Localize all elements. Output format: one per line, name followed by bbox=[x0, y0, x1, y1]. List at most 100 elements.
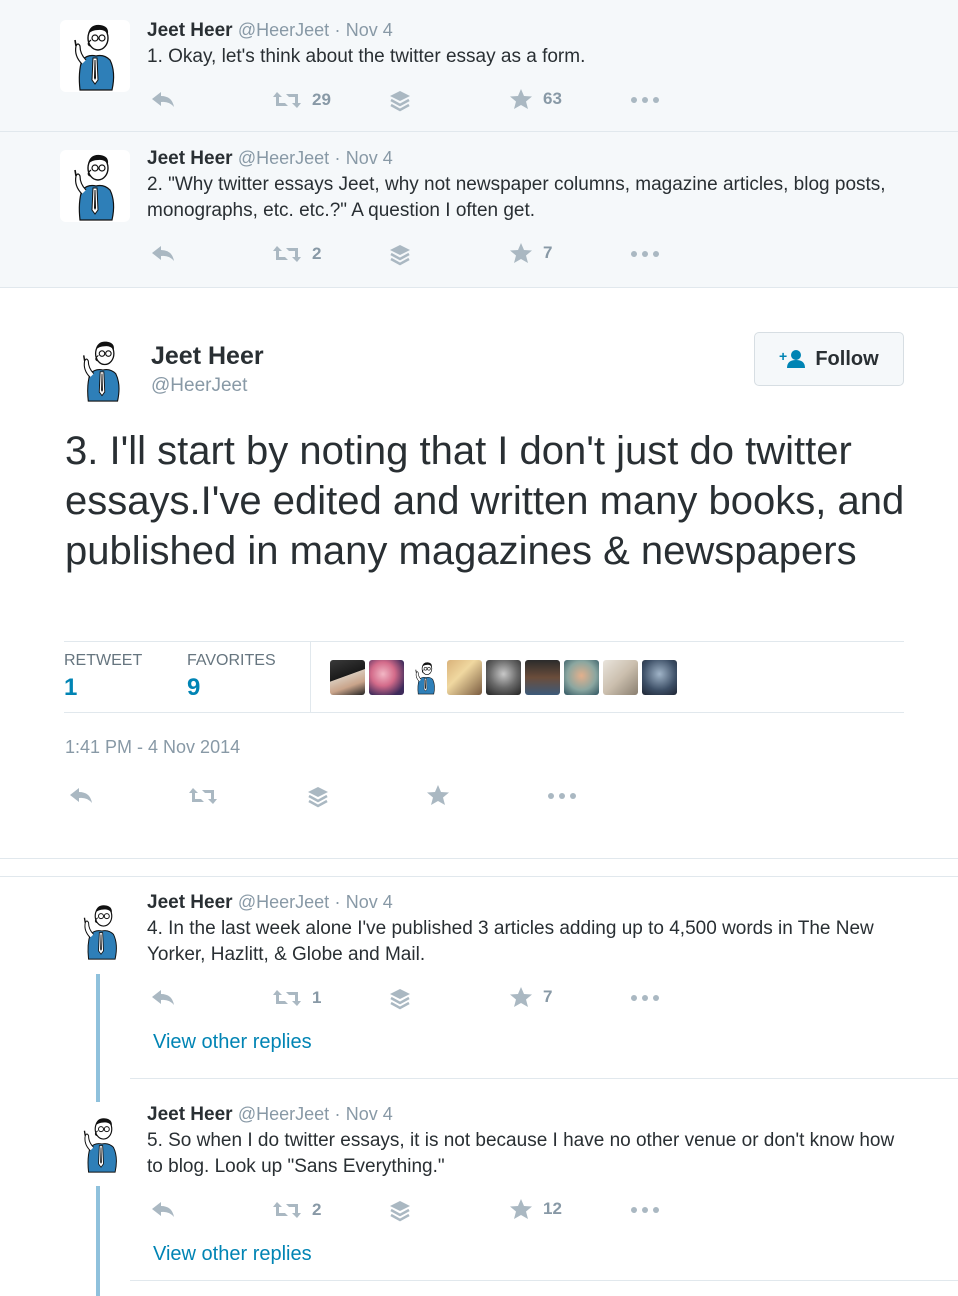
view-other-replies-link[interactable]: View other replies bbox=[153, 1243, 312, 1266]
retweet-action[interactable] bbox=[188, 786, 218, 806]
favorites-stat-count: 9 bbox=[187, 674, 201, 701]
follow-button[interactable]: + Follow bbox=[754, 332, 904, 386]
reply-icon bbox=[152, 92, 174, 107]
more-action[interactable] bbox=[630, 250, 660, 258]
buffer-action[interactable] bbox=[306, 786, 330, 808]
retweet-action[interactable]: 2 bbox=[272, 244, 321, 264]
buffer-icon bbox=[390, 245, 410, 266]
reply-icon bbox=[70, 788, 92, 803]
more-action[interactable] bbox=[630, 1206, 660, 1214]
retweet-action[interactable]: 1 bbox=[272, 988, 321, 1008]
author-name[interactable]: Jeet Heer bbox=[147, 1104, 233, 1125]
avatar[interactable] bbox=[72, 1106, 130, 1182]
favoriter-avatar[interactable] bbox=[525, 660, 560, 695]
reply-action[interactable] bbox=[150, 244, 176, 264]
favoriter-avatar[interactable] bbox=[330, 660, 365, 695]
favorites-stat-label: FAVORITES bbox=[187, 652, 276, 669]
reply-action[interactable] bbox=[150, 1200, 176, 1220]
favoriter-avatar[interactable] bbox=[486, 660, 521, 695]
view-other-replies-link[interactable]: View other replies bbox=[153, 1031, 312, 1054]
dot-separator: · bbox=[334, 892, 341, 912]
tweet-time[interactable]: Nov 4 bbox=[346, 148, 393, 168]
tweet-time[interactable]: Nov 4 bbox=[346, 1104, 393, 1124]
main-author-name[interactable]: Jeet Heer bbox=[151, 342, 264, 371]
avatar[interactable] bbox=[72, 893, 130, 969]
author-handle[interactable]: @HeerJeet bbox=[238, 1104, 329, 1124]
tweet-header: Jeet Heer @HeerJeet · Nov 4 bbox=[147, 20, 393, 42]
tweet-2[interactable]: Jeet Heer @HeerJeet · Nov 4 2. "Why twit… bbox=[0, 132, 958, 288]
retweet-stat[interactable]: RETWEET 1 bbox=[64, 652, 142, 702]
buffer-icon bbox=[390, 1201, 410, 1222]
thread-line bbox=[96, 974, 100, 1102]
reply-action[interactable] bbox=[68, 786, 94, 806]
reply-action[interactable] bbox=[150, 90, 176, 110]
dot-separator: · bbox=[334, 1104, 341, 1124]
more-action[interactable] bbox=[630, 96, 660, 104]
buffer-action[interactable] bbox=[388, 90, 412, 112]
svg-text:+: + bbox=[779, 349, 787, 364]
favorite-count: 7 bbox=[543, 243, 553, 262]
favorite-action[interactable]: 63 bbox=[509, 88, 562, 110]
favorite-action[interactable] bbox=[426, 784, 450, 806]
main-avatar[interactable] bbox=[70, 334, 134, 406]
favorite-icon bbox=[510, 987, 532, 1007]
tweet-text: 5. So when I do twitter essays, it is no… bbox=[147, 1130, 895, 1177]
more-action[interactable] bbox=[630, 994, 660, 1002]
tweet-time[interactable]: Nov 4 bbox=[346, 20, 393, 40]
author-handle[interactable]: @HeerJeet bbox=[238, 148, 329, 168]
main-tweet-timestamp: 1:41 PM - 4 Nov 2014 bbox=[65, 737, 241, 757]
retweet-count: 1 bbox=[312, 988, 322, 1007]
retweet-icon bbox=[273, 990, 301, 1006]
retweet-icon bbox=[189, 788, 217, 804]
favoriter-avatar[interactable] bbox=[603, 660, 638, 695]
more-icon bbox=[548, 793, 576, 799]
favorite-icon bbox=[427, 785, 449, 805]
favorite-action[interactable]: 12 bbox=[509, 1198, 562, 1220]
buffer-action[interactable] bbox=[388, 1200, 412, 1222]
retweet-action[interactable]: 2 bbox=[272, 1200, 321, 1220]
favorite-icon bbox=[510, 1199, 532, 1219]
avatar[interactable] bbox=[60, 20, 130, 92]
retweet-icon bbox=[273, 1202, 301, 1218]
author-name[interactable]: Jeet Heer bbox=[147, 892, 233, 913]
favoriter-avatars bbox=[330, 660, 677, 695]
tweet-1[interactable]: Jeet Heer @HeerJeet · Nov 4 1. Okay, let… bbox=[0, 0, 958, 132]
author-handle[interactable]: @HeerJeet bbox=[238, 20, 329, 40]
reply-icon bbox=[152, 246, 174, 261]
favorite-action[interactable]: 7 bbox=[509, 242, 552, 264]
favoriter-avatar[interactable] bbox=[408, 660, 443, 695]
separator bbox=[130, 1078, 958, 1079]
retweet-count: 29 bbox=[312, 90, 331, 109]
more-action[interactable] bbox=[547, 792, 577, 800]
favorite-icon bbox=[510, 243, 532, 263]
retweet-stat-count: 1 bbox=[64, 674, 78, 701]
favorite-action[interactable]: 7 bbox=[509, 986, 552, 1008]
buffer-icon bbox=[390, 91, 410, 112]
dot-separator: · bbox=[334, 20, 341, 40]
favoriter-avatar[interactable] bbox=[369, 660, 404, 695]
tweet-header: Jeet Heer @HeerJeet · Nov 4 bbox=[147, 892, 393, 914]
buffer-action[interactable] bbox=[388, 244, 412, 266]
buffer-action[interactable] bbox=[388, 988, 412, 1010]
follow-person-icon: + bbox=[779, 349, 806, 368]
reply-action[interactable] bbox=[150, 988, 176, 1008]
author-handle[interactable]: @HeerJeet bbox=[238, 892, 329, 912]
favoriter-avatar[interactable] bbox=[642, 660, 677, 695]
thread-line bbox=[96, 1186, 100, 1296]
favorite-count: 63 bbox=[543, 89, 562, 108]
more-icon bbox=[631, 251, 659, 257]
tweet-stats: RETWEET 1 FAVORITES 9 bbox=[64, 641, 904, 713]
author-name[interactable]: Jeet Heer bbox=[147, 148, 233, 169]
favoriter-avatar[interactable] bbox=[564, 660, 599, 695]
tweet-time[interactable]: Nov 4 bbox=[346, 892, 393, 912]
reply-icon bbox=[152, 1202, 174, 1217]
favorites-stat[interactable]: FAVORITES 9 bbox=[187, 652, 276, 702]
favoriter-avatar[interactable] bbox=[447, 660, 482, 695]
buffer-icon bbox=[390, 989, 410, 1010]
retweet-action[interactable]: 29 bbox=[272, 90, 331, 110]
separator bbox=[130, 1280, 958, 1281]
main-author-handle[interactable]: @HeerJeet bbox=[151, 375, 247, 397]
avatar[interactable] bbox=[60, 150, 130, 222]
retweet-count: 2 bbox=[312, 1200, 322, 1219]
author-name[interactable]: Jeet Heer bbox=[147, 20, 233, 41]
